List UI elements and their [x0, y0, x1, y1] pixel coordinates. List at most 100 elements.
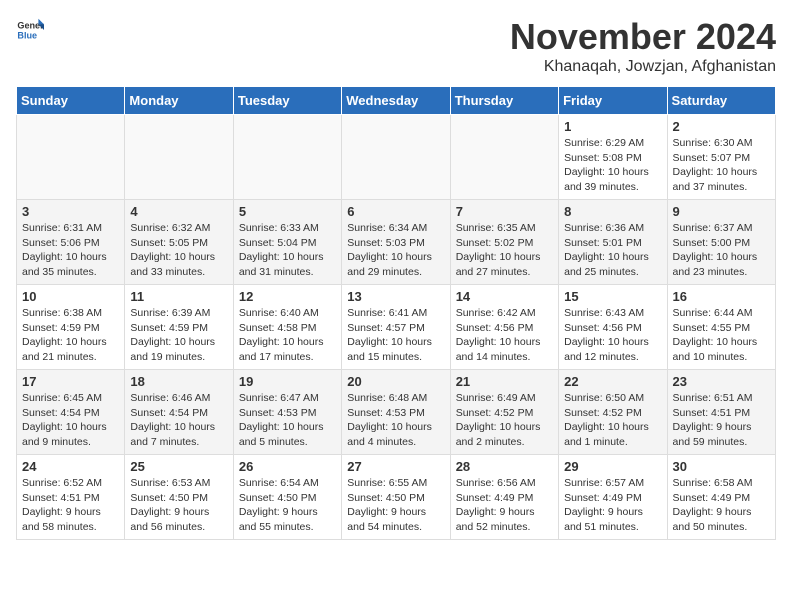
col-header-sunday: Sunday [17, 87, 125, 115]
title-section: November 2024 Khanaqah, Jowzjan, Afghani… [510, 16, 776, 76]
calendar-cell: 11 Sunrise: 6:39 AM Sunset: 4:59 PM Dayli… [125, 285, 233, 370]
calendar-cell: 1 Sunrise: 6:29 AM Sunset: 5:08 PM Daylig… [559, 115, 667, 200]
day-number: 23 [673, 374, 770, 389]
calendar-cell: 14 Sunrise: 6:42 AM Sunset: 4:56 PM Dayli… [450, 285, 558, 370]
day-number: 30 [673, 459, 770, 474]
page-header: General Blue November 2024 Khanaqah, Jow… [16, 16, 776, 76]
day-number: 26 [239, 459, 336, 474]
calendar-cell [17, 115, 125, 200]
calendar-week-row: 1 Sunrise: 6:29 AM Sunset: 5:08 PM Daylig… [17, 115, 776, 200]
day-number: 6 [347, 204, 444, 219]
day-info: Sunrise: 6:31 AM Sunset: 5:06 PM Dayligh… [22, 221, 119, 280]
day-info: Sunrise: 6:54 AM Sunset: 4:50 PM Dayligh… [239, 476, 336, 535]
calendar-cell: 6 Sunrise: 6:34 AM Sunset: 5:03 PM Daylig… [342, 200, 450, 285]
day-number: 7 [456, 204, 553, 219]
day-number: 11 [130, 289, 227, 304]
day-info: Sunrise: 6:34 AM Sunset: 5:03 PM Dayligh… [347, 221, 444, 280]
calendar-cell: 15 Sunrise: 6:43 AM Sunset: 4:56 PM Dayli… [559, 285, 667, 370]
calendar-cell: 25 Sunrise: 6:53 AM Sunset: 4:50 PM Dayli… [125, 455, 233, 540]
calendar-cell: 28 Sunrise: 6:56 AM Sunset: 4:49 PM Dayli… [450, 455, 558, 540]
month-title: November 2024 [510, 16, 776, 58]
day-number: 15 [564, 289, 661, 304]
day-number: 3 [22, 204, 119, 219]
day-info: Sunrise: 6:50 AM Sunset: 4:52 PM Dayligh… [564, 391, 661, 450]
day-number: 9 [673, 204, 770, 219]
day-number: 28 [456, 459, 553, 474]
calendar-week-row: 17 Sunrise: 6:45 AM Sunset: 4:54 PM Dayli… [17, 370, 776, 455]
day-number: 24 [22, 459, 119, 474]
day-number: 5 [239, 204, 336, 219]
day-info: Sunrise: 6:44 AM Sunset: 4:55 PM Dayligh… [673, 306, 770, 365]
day-info: Sunrise: 6:47 AM Sunset: 4:53 PM Dayligh… [239, 391, 336, 450]
day-number: 8 [564, 204, 661, 219]
day-info: Sunrise: 6:42 AM Sunset: 4:56 PM Dayligh… [456, 306, 553, 365]
col-header-wednesday: Wednesday [342, 87, 450, 115]
day-info: Sunrise: 6:37 AM Sunset: 5:00 PM Dayligh… [673, 221, 770, 280]
calendar-cell: 12 Sunrise: 6:40 AM Sunset: 4:58 PM Dayli… [233, 285, 341, 370]
day-info: Sunrise: 6:48 AM Sunset: 4:53 PM Dayligh… [347, 391, 444, 450]
day-number: 4 [130, 204, 227, 219]
calendar-cell: 2 Sunrise: 6:30 AM Sunset: 5:07 PM Daylig… [667, 115, 775, 200]
day-number: 13 [347, 289, 444, 304]
day-info: Sunrise: 6:53 AM Sunset: 4:50 PM Dayligh… [130, 476, 227, 535]
calendar-cell: 24 Sunrise: 6:52 AM Sunset: 4:51 PM Dayli… [17, 455, 125, 540]
calendar-cell: 22 Sunrise: 6:50 AM Sunset: 4:52 PM Dayli… [559, 370, 667, 455]
day-info: Sunrise: 6:43 AM Sunset: 4:56 PM Dayligh… [564, 306, 661, 365]
day-info: Sunrise: 6:49 AM Sunset: 4:52 PM Dayligh… [456, 391, 553, 450]
day-info: Sunrise: 6:51 AM Sunset: 4:51 PM Dayligh… [673, 391, 770, 450]
calendar-cell: 21 Sunrise: 6:49 AM Sunset: 4:52 PM Dayli… [450, 370, 558, 455]
day-number: 10 [22, 289, 119, 304]
col-header-tuesday: Tuesday [233, 87, 341, 115]
day-info: Sunrise: 6:52 AM Sunset: 4:51 PM Dayligh… [22, 476, 119, 535]
day-number: 16 [673, 289, 770, 304]
calendar-cell: 13 Sunrise: 6:41 AM Sunset: 4:57 PM Dayli… [342, 285, 450, 370]
day-number: 12 [239, 289, 336, 304]
col-header-thursday: Thursday [450, 87, 558, 115]
location-title: Khanaqah, Jowzjan, Afghanistan [510, 58, 776, 76]
day-info: Sunrise: 6:39 AM Sunset: 4:59 PM Dayligh… [130, 306, 227, 365]
day-info: Sunrise: 6:57 AM Sunset: 4:49 PM Dayligh… [564, 476, 661, 535]
calendar-cell: 9 Sunrise: 6:37 AM Sunset: 5:00 PM Daylig… [667, 200, 775, 285]
day-number: 21 [456, 374, 553, 389]
day-number: 19 [239, 374, 336, 389]
svg-text:Blue: Blue [17, 30, 37, 40]
logo-icon: General Blue [16, 16, 44, 44]
day-info: Sunrise: 6:41 AM Sunset: 4:57 PM Dayligh… [347, 306, 444, 365]
calendar-cell: 23 Sunrise: 6:51 AM Sunset: 4:51 PM Dayli… [667, 370, 775, 455]
day-info: Sunrise: 6:56 AM Sunset: 4:49 PM Dayligh… [456, 476, 553, 535]
day-number: 14 [456, 289, 553, 304]
day-info: Sunrise: 6:35 AM Sunset: 5:02 PM Dayligh… [456, 221, 553, 280]
calendar-cell [342, 115, 450, 200]
day-number: 22 [564, 374, 661, 389]
calendar-cell: 7 Sunrise: 6:35 AM Sunset: 5:02 PM Daylig… [450, 200, 558, 285]
calendar-cell: 8 Sunrise: 6:36 AM Sunset: 5:01 PM Daylig… [559, 200, 667, 285]
calendar-header-row: SundayMondayTuesdayWednesdayThursdayFrid… [17, 87, 776, 115]
day-number: 29 [564, 459, 661, 474]
day-number: 27 [347, 459, 444, 474]
calendar-cell: 17 Sunrise: 6:45 AM Sunset: 4:54 PM Dayli… [17, 370, 125, 455]
calendar-cell: 20 Sunrise: 6:48 AM Sunset: 4:53 PM Dayli… [342, 370, 450, 455]
day-info: Sunrise: 6:33 AM Sunset: 5:04 PM Dayligh… [239, 221, 336, 280]
day-info: Sunrise: 6:38 AM Sunset: 4:59 PM Dayligh… [22, 306, 119, 365]
calendar-week-row: 24 Sunrise: 6:52 AM Sunset: 4:51 PM Dayli… [17, 455, 776, 540]
day-info: Sunrise: 6:40 AM Sunset: 4:58 PM Dayligh… [239, 306, 336, 365]
day-info: Sunrise: 6:36 AM Sunset: 5:01 PM Dayligh… [564, 221, 661, 280]
calendar-cell: 4 Sunrise: 6:32 AM Sunset: 5:05 PM Daylig… [125, 200, 233, 285]
day-number: 1 [564, 119, 661, 134]
day-info: Sunrise: 6:29 AM Sunset: 5:08 PM Dayligh… [564, 136, 661, 195]
day-number: 2 [673, 119, 770, 134]
calendar-cell [125, 115, 233, 200]
calendar-cell: 19 Sunrise: 6:47 AM Sunset: 4:53 PM Dayli… [233, 370, 341, 455]
calendar-cell: 10 Sunrise: 6:38 AM Sunset: 4:59 PM Dayli… [17, 285, 125, 370]
day-info: Sunrise: 6:32 AM Sunset: 5:05 PM Dayligh… [130, 221, 227, 280]
calendar-cell: 30Sunrise: 6:58 AM Sunset: 4:49 PM Dayli… [667, 455, 775, 540]
day-info: Sunrise: 6:45 AM Sunset: 4:54 PM Dayligh… [22, 391, 119, 450]
calendar-cell: 27Sunrise: 6:55 AM Sunset: 4:50 PM Dayli… [342, 455, 450, 540]
day-number: 25 [130, 459, 227, 474]
calendar-table: SundayMondayTuesdayWednesdayThursdayFrid… [16, 86, 776, 540]
calendar-cell: 3 Sunrise: 6:31 AM Sunset: 5:06 PM Daylig… [17, 200, 125, 285]
calendar-cell: 5 Sunrise: 6:33 AM Sunset: 5:04 PM Daylig… [233, 200, 341, 285]
day-number: 20 [347, 374, 444, 389]
day-number: 17 [22, 374, 119, 389]
day-info: Sunrise: 6:30 AM Sunset: 5:07 PM Dayligh… [673, 136, 770, 195]
